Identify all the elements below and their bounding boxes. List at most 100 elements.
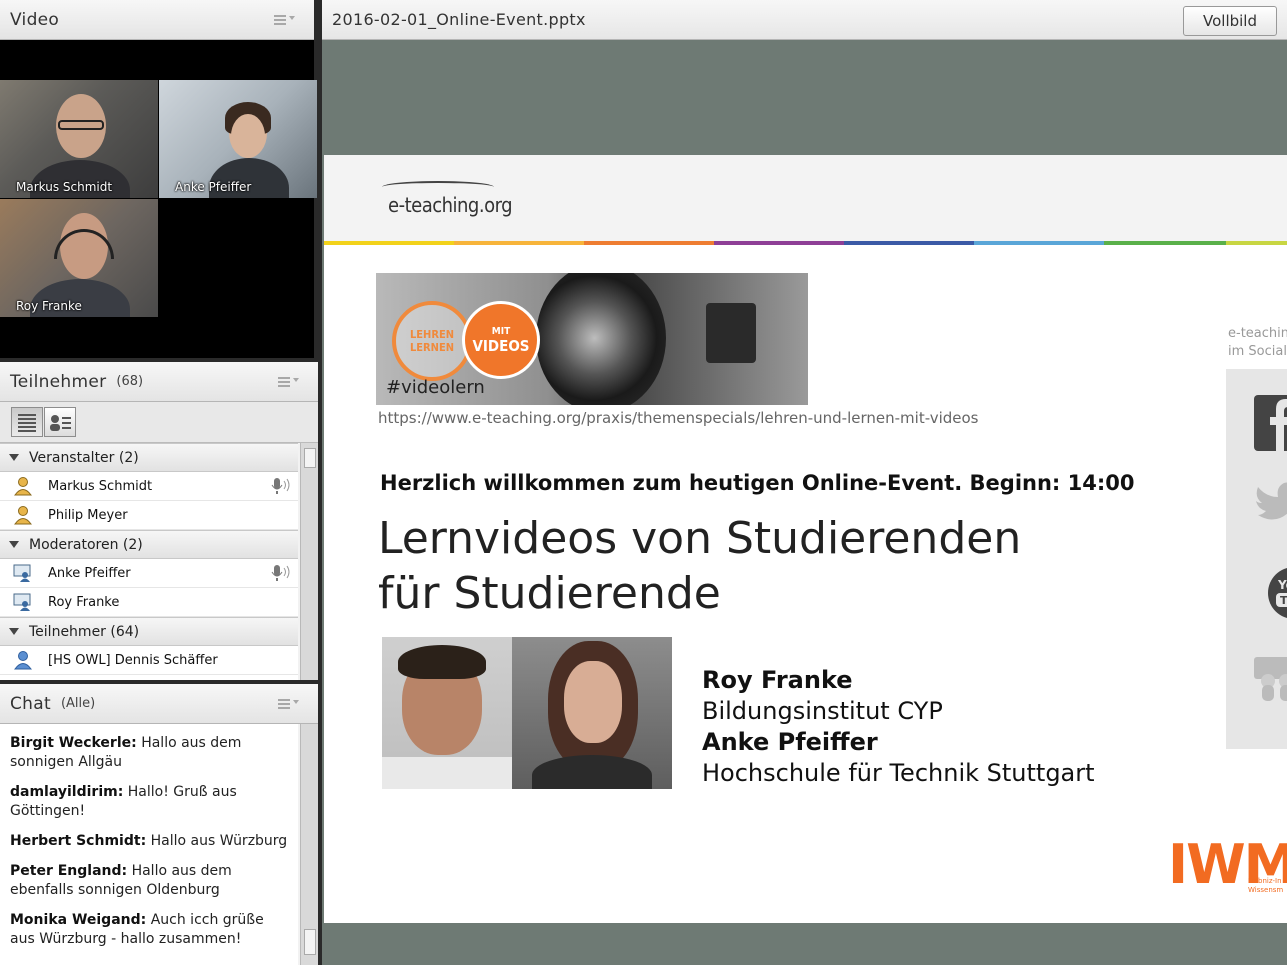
collapse-triangle-icon[interactable] <box>9 628 19 635</box>
pod-menu-icon[interactable] <box>274 13 296 27</box>
scrollbar-thumb[interactable] <box>304 448 316 468</box>
chat-message: Birgit Weckerle: Hallo aus dem sonnigen … <box>10 735 242 770</box>
chat-message: Herbert Schmidt: Hallo aus Würzburg <box>10 833 288 849</box>
detail-view-button[interactable] <box>44 407 76 437</box>
scrollbar-thumb[interactable] <box>304 929 316 955</box>
facebook-icon <box>1254 395 1287 451</box>
presentation-slide: e-teaching.org LEHREN LERNEN MIT VIDEOS … <box>324 155 1287 923</box>
group-label: Veranstalter (2) <box>29 449 139 466</box>
youtube-icon: You Tub <box>1254 563 1287 619</box>
video-pod-header: Video <box>0 0 314 40</box>
group-label: Moderatoren (2) <box>29 536 143 553</box>
welcome-text: Herzlich willkommen zum heutigen Online-… <box>380 471 1135 495</box>
presenter-icon <box>13 592 33 612</box>
chat-message: Monika Weigand: Auch icch grüße aus Würz… <box>10 912 264 947</box>
list-item[interactable]: Philip Meyer <box>0 501 298 530</box>
group-row-veranstalter[interactable]: Veranstalter (2) <box>0 443 298 472</box>
e-teaching-logo: e-teaching.org <box>388 193 513 217</box>
color-bar <box>324 241 1287 245</box>
share-pod-header: 2016-02-01_Online-Event.pptx Vollbild <box>322 0 1287 40</box>
collapse-triangle-icon[interactable] <box>9 541 19 548</box>
chat-scope[interactable]: (Alle) <box>61 696 95 711</box>
chat-sender: Peter England <box>10 863 122 879</box>
list-item[interactable]: [HS OWL] Dennis Schäffer <box>0 646 298 675</box>
color-bar-segment <box>974 241 1104 245</box>
speaker-photo-anke-pfeiffer <box>512 637 672 789</box>
chat-sender: damlayildirim <box>10 784 118 800</box>
speaker-name: Roy Franke <box>702 666 853 694</box>
video-name-label: Roy Franke <box>16 299 82 313</box>
user-name: Roy Franke <box>48 594 120 610</box>
speaker-photo-roy-franke <box>382 637 512 789</box>
person-list-icon <box>50 415 71 431</box>
presenter-icon <box>13 563 33 583</box>
host-icon <box>13 505 33 525</box>
pod-menu-icon[interactable] <box>278 375 300 389</box>
list-item[interactable]: Markus Schmidt <box>0 472 298 501</box>
fullscreen-button[interactable]: Vollbild <box>1183 6 1277 36</box>
chat-text: Hallo aus Würzburg <box>146 833 288 849</box>
video-feed-roy-franke[interactable]: Roy Franke <box>0 199 158 317</box>
attendee-scrollbar[interactable] <box>300 443 318 680</box>
video-feed-markus-schmidt[interactable]: Markus Schmidt <box>0 80 158 198</box>
svg-text:You: You <box>1277 578 1287 592</box>
badge-text: LEHREN <box>409 328 455 341</box>
iwm-subtitle-line: Leibniz-In <box>1248 877 1282 885</box>
chat-sender: Birgit Weckerle <box>10 735 132 751</box>
svg-text:Tub: Tub <box>1280 594 1287 607</box>
badge-text: VIDEOS <box>472 336 530 355</box>
slide-title-line: für Studierende <box>378 568 721 619</box>
speaker-org: Hochschule für Technik Stuttgart <box>702 759 1095 787</box>
slide-title: Lernvideos von Studierenden für Studiere… <box>378 511 1021 621</box>
list-item[interactable]: Roy Franke <box>0 588 298 617</box>
iwm-subtitle-line: Wissensm <box>1248 886 1284 894</box>
group-row-moderatoren[interactable]: Moderatoren (2) <box>0 530 298 559</box>
mit-videos-badge: MIT VIDEOS <box>462 301 540 379</box>
attendee-pod: Teilnehmer (68) Veranstalter (2) Markus … <box>0 362 318 680</box>
attendee-pod-title: Teilnehmer <box>10 371 107 392</box>
list-item[interactable]: Anke Pfeiffer <box>0 559 298 588</box>
microphone-icon <box>268 563 290 583</box>
user-name: Anke Pfeiffer <box>48 565 131 581</box>
hashtag: #videolern <box>386 377 485 398</box>
slideshare-icon <box>1254 651 1287 707</box>
slide-url[interactable]: https://www.e-teaching.org/praxis/themen… <box>378 409 979 427</box>
chat-scrollbar[interactable] <box>300 724 318 965</box>
list-view-icon <box>18 414 36 432</box>
microphone-icon <box>268 476 290 496</box>
twitter-icon <box>1254 479 1287 535</box>
attendee-pod-header: Teilnehmer (68) <box>0 362 318 402</box>
slide-title-line: Lernvideos von Studierenden <box>378 513 1022 564</box>
participant-icon <box>13 650 33 670</box>
chat-message-list: Birgit Weckerle: Hallo aus dem sonnigen … <box>0 724 298 965</box>
social-caption-line: im Social <box>1228 344 1287 359</box>
pod-menu-icon[interactable] <box>278 697 300 711</box>
speaker-org: Bildungsinstitut CYP <box>702 697 943 725</box>
speaker-photos <box>382 637 672 789</box>
group-row-teilnehmer[interactable]: Teilnehmer (64) <box>0 617 298 646</box>
attendee-count: (68) <box>116 374 144 389</box>
chat-message: damlayildirim: Hallo! Gruß aus Göttingen… <box>10 784 237 819</box>
chat-pod-header: Chat (Alle) <box>0 684 318 724</box>
chat-pod: Chat (Alle) Birgit Weckerle: Hallo aus d… <box>0 684 318 965</box>
color-bar-segment <box>1226 241 1287 245</box>
lehren-lernen-badge: LEHREN LERNEN <box>392 301 472 381</box>
video-pod-title: Video <box>10 9 60 30</box>
chat-message: Peter England: Hallo aus dem ebenfalls s… <box>10 863 232 898</box>
shared-file-name: 2016-02-01_Online-Event.pptx <box>332 10 586 29</box>
host-icon <box>13 476 33 496</box>
video-feed-anke-pfeiffer[interactable]: Anke Pfeiffer <box>159 80 317 198</box>
speaker-name: Anke Pfeiffer <box>702 728 878 756</box>
user-name: Markus Schmidt <box>48 478 153 494</box>
user-name: Philip Meyer <box>48 507 128 523</box>
share-pod: 2016-02-01_Online-Event.pptx Vollbild e-… <box>322 0 1287 965</box>
collapse-triangle-icon[interactable] <box>9 454 19 461</box>
color-bar-segment <box>454 241 584 245</box>
list-view-button[interactable] <box>11 407 43 437</box>
chat-sender: Monika Weigand <box>10 912 141 928</box>
logo-arc <box>382 181 494 193</box>
social-panel: You Tub <box>1226 369 1287 749</box>
video-name-label: Markus Schmidt <box>16 180 113 194</box>
color-bar-segment <box>844 241 974 245</box>
color-bar-segment <box>1104 241 1226 245</box>
